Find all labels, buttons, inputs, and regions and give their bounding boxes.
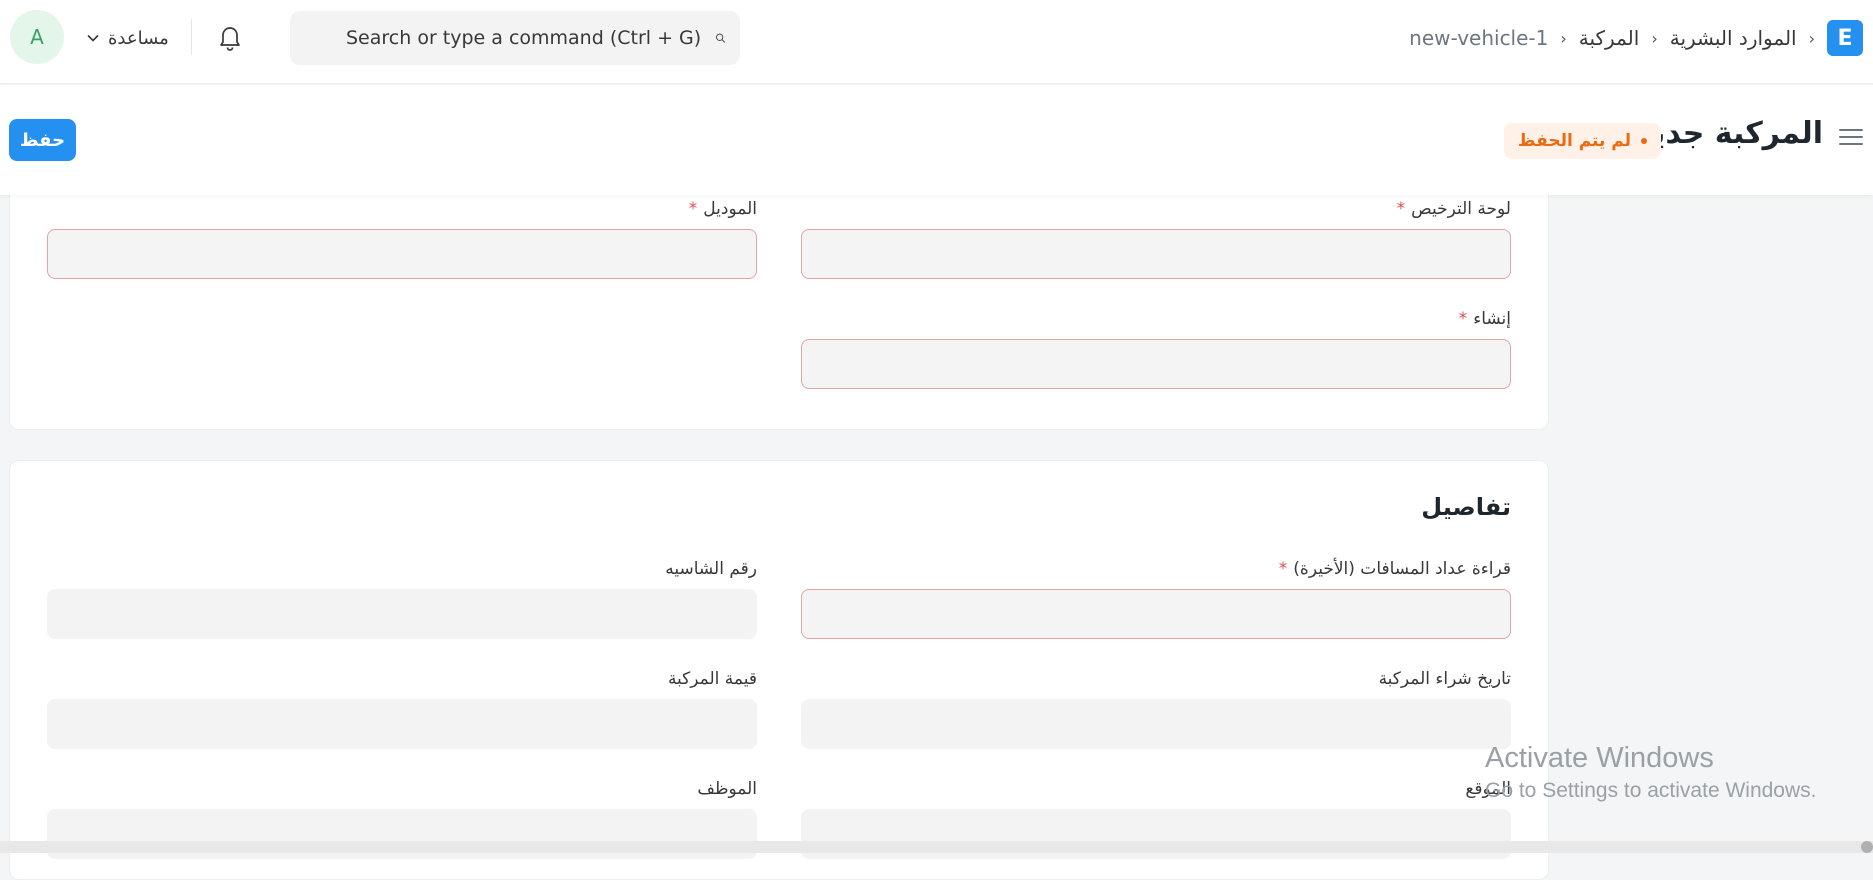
notification-bell-icon[interactable] — [215, 22, 245, 52]
field-make: إنشاء* — [801, 305, 1511, 389]
license-plate-label-text: لوحة الترخيص — [1411, 199, 1511, 219]
search-icon — [716, 33, 726, 43]
field-model: الموديل* — [47, 195, 757, 279]
license-plate-input[interactable] — [801, 229, 1511, 279]
page-head: المركبة جديد لم يتم الحفظ حفظ — [0, 85, 1873, 195]
model-label-text: الموديل — [703, 199, 757, 219]
navbar: A مساعدة Search or type a command (Ctrl … — [0, 0, 1873, 84]
breadcrumb-separator-icon: ‹ — [1808, 28, 1815, 48]
section-title-details[interactable]: تفاصيل — [1421, 493, 1511, 521]
awesomebar-search[interactable]: Search or type a command (Ctrl + G) — [290, 11, 740, 65]
vehicle-value-label: قيمة المركبة — [667, 669, 757, 689]
acquisition-date-label: تاريخ شراء المركبة — [1378, 669, 1511, 689]
field-license-plate: لوحة الترخيص* — [801, 195, 1511, 279]
form-section-details: تفاصيل قراءة عداد المسافات (الأخيرة)* رق… — [9, 460, 1549, 880]
make-label-text: إنشاء — [1473, 309, 1511, 329]
search-input-placeholder: Search or type a command (Ctrl + G) — [346, 27, 702, 49]
required-marker: * — [1278, 559, 1288, 579]
model-input[interactable] — [47, 229, 757, 279]
chevron-down-icon — [87, 34, 99, 42]
sidebar-toggle-menu-icon[interactable] — [1837, 125, 1865, 149]
indicator-label: لم يتم الحفظ — [1517, 131, 1631, 151]
vehicle-value-input[interactable] — [47, 699, 757, 749]
field-vehicle-value: قيمة المركبة — [47, 665, 757, 749]
employee-label: الموظف — [697, 779, 757, 799]
form-section-basic: لوحة الترخيص* الموديل* إنشاء* — [9, 165, 1549, 430]
app-logo[interactable]: E — [1827, 20, 1863, 56]
help-dropdown[interactable]: مساعدة — [86, 24, 169, 52]
breadcrumb-separator-icon: ‹ — [1651, 28, 1658, 48]
breadcrumb-current: new-vehicle-1 — [1409, 26, 1549, 50]
navbar-divider — [191, 19, 192, 55]
app-logo-letter: E — [1837, 25, 1853, 51]
last-odometer-label: قراءة عداد المسافات (الأخيرة)* — [801, 555, 1511, 583]
not-saved-indicator: لم يتم الحفظ — [1503, 123, 1661, 159]
last-odometer-label-text: قراءة عداد المسافات (الأخيرة) — [1293, 559, 1511, 579]
user-avatar[interactable]: A — [10, 10, 64, 64]
required-marker: * — [688, 199, 698, 219]
indicator-dot-icon — [1641, 138, 1647, 144]
breadcrumb-separator-icon: ‹ — [1560, 28, 1567, 48]
acquisition-date-input[interactable] — [801, 699, 1511, 749]
scrollbar-thumb[interactable] — [1861, 841, 1873, 853]
location-label: الموقع — [1465, 779, 1511, 799]
required-marker: * — [1396, 199, 1406, 219]
model-label: الموديل* — [47, 195, 757, 223]
breadcrumb-doctype[interactable]: المركبة — [1579, 26, 1640, 50]
field-last-odometer: قراءة عداد المسافات (الأخيرة)* — [801, 555, 1511, 639]
field-acquisition-date: تاريخ شراء المركبة — [801, 665, 1511, 749]
last-odometer-input[interactable] — [801, 589, 1511, 639]
chassis-no-input[interactable] — [47, 589, 757, 639]
make-input[interactable] — [801, 339, 1511, 389]
help-label: مساعدة — [108, 27, 169, 49]
required-marker: * — [1458, 309, 1468, 329]
license-plate-label: لوحة الترخيص* — [801, 195, 1511, 223]
breadcrumb: E ‹ الموارد البشرية ‹ المركبة ‹ new-vehi… — [1409, 0, 1873, 76]
breadcrumb-module[interactable]: الموارد البشرية — [1670, 26, 1797, 50]
make-label: إنشاء* — [801, 305, 1511, 333]
field-chassis-no: رقم الشاسيه — [47, 555, 757, 639]
horizontal-scrollbar[interactable] — [0, 841, 1873, 853]
page-title: المركبة جديد — [1636, 116, 1823, 151]
chassis-no-label: رقم الشاسيه — [665, 559, 757, 579]
save-button[interactable]: حفظ — [9, 119, 76, 161]
avatar-letter: A — [30, 25, 44, 49]
